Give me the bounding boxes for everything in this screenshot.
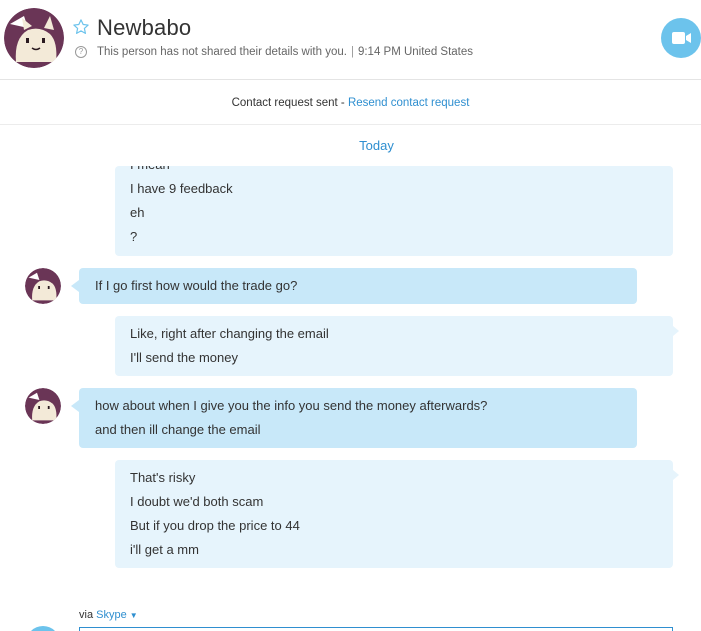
video-camera-icon bbox=[672, 32, 691, 44]
contact-request-bar: Contact request sent - Resend contact re… bbox=[0, 81, 701, 125]
message-line: I have 9 feedback bbox=[130, 181, 233, 196]
message-outgoing[interactable]: I mean I have 9 feedback eh ? bbox=[115, 166, 673, 256]
video-call-button[interactable] bbox=[661, 18, 701, 58]
chat-header: Newbabo ? This person has not shared the… bbox=[0, 0, 701, 80]
message-line: I mean bbox=[130, 166, 658, 177]
caret-down-icon: ▼ bbox=[129, 611, 138, 620]
message-input[interactable] bbox=[79, 627, 673, 631]
bubble-tail bbox=[71, 400, 79, 412]
request-sent-text: Contact request sent - bbox=[231, 97, 348, 109]
service-label: Skype bbox=[96, 609, 127, 621]
profile-status-text: This person has not shared their details… bbox=[97, 46, 347, 58]
message-incoming[interactable]: If I go first how would the trade go? bbox=[71, 268, 637, 304]
bubble-tail bbox=[673, 470, 679, 480]
contact-avatar[interactable] bbox=[4, 8, 64, 68]
message-incoming[interactable]: how about when I give you the info you s… bbox=[71, 388, 637, 448]
date-divider: Today bbox=[0, 130, 701, 160]
message-line: and then ill change the email bbox=[95, 422, 261, 437]
message-line: eh bbox=[130, 205, 145, 220]
local-time: 9:14 PM United States bbox=[357, 46, 474, 58]
message-line: That's risky bbox=[130, 470, 196, 485]
bubble-tail bbox=[673, 326, 679, 336]
date-divider-label: Today bbox=[359, 138, 394, 153]
contact-subtitle: This person has not shared their details… bbox=[97, 46, 473, 58]
service-dropdown[interactable]: Skype ▼ bbox=[96, 609, 138, 621]
message-line: i'll get a mm bbox=[130, 542, 199, 557]
my-avatar[interactable] bbox=[26, 626, 60, 631]
message-outgoing[interactable]: Like, right after changing the email I'l… bbox=[115, 316, 679, 376]
message-line: how about when I give you the info you s… bbox=[95, 398, 488, 413]
message-outgoing[interactable]: That's risky I doubt we'd both scam But … bbox=[115, 460, 679, 568]
via-service-selector: via Skype ▼ bbox=[79, 609, 138, 621]
message-line: But if you drop the price to 44 bbox=[130, 518, 300, 533]
star-icon[interactable] bbox=[72, 18, 90, 36]
bubble-tail bbox=[71, 280, 79, 292]
message-line: I doubt we'd both scam bbox=[130, 494, 264, 509]
sender-avatar[interactable] bbox=[25, 388, 61, 424]
contact-name: Newbabo bbox=[97, 15, 192, 40]
resend-request-link[interactable]: Resend contact request bbox=[348, 97, 469, 109]
message-line: Like, right after changing the email bbox=[130, 326, 329, 341]
message-line: ? bbox=[130, 229, 138, 244]
question-icon[interactable]: ? bbox=[75, 46, 87, 58]
message-line: I'll send the money bbox=[130, 350, 238, 365]
via-label: via bbox=[79, 609, 94, 621]
message-line: If I go first how would the trade go? bbox=[95, 278, 298, 293]
separator: | bbox=[350, 46, 354, 58]
sender-avatar[interactable] bbox=[25, 268, 61, 304]
